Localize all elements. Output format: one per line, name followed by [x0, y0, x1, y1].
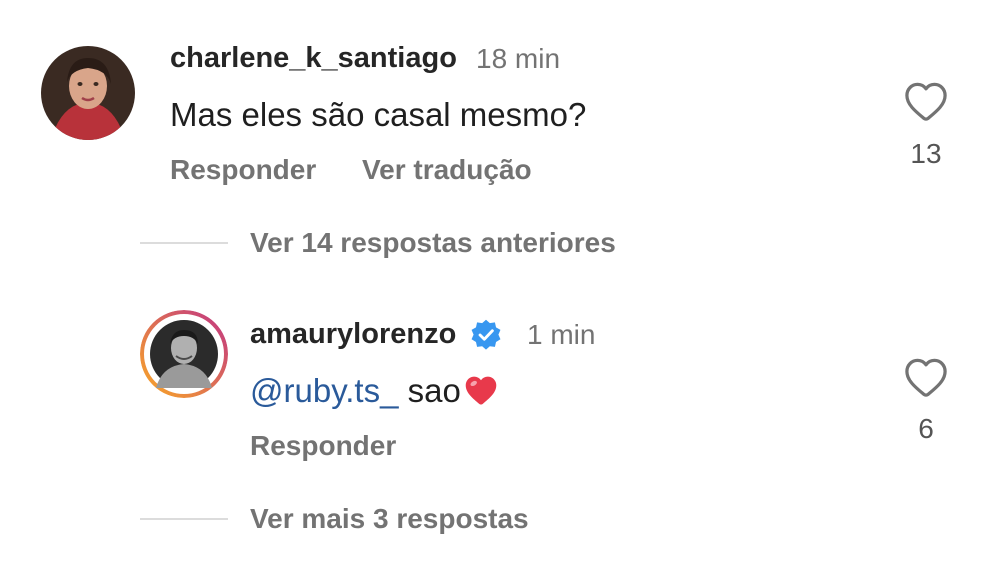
comment-text: Mas eles são casal mesmo? — [170, 96, 587, 133]
thread-divider — [140, 242, 228, 244]
red-heart-emoji-icon — [463, 374, 499, 414]
heart-icon[interactable] — [903, 356, 949, 398]
thread-divider — [140, 518, 228, 520]
comment-timestamp: 18 min — [476, 43, 561, 74]
view-previous-replies-button[interactable]: Ver 14 respostas anteriores — [250, 227, 616, 259]
view-more-replies-button[interactable]: Ver mais 3 respostas — [250, 503, 529, 535]
verified-badge-icon — [469, 318, 503, 352]
translate-button[interactable]: Ver tradução — [362, 154, 532, 186]
comment-username[interactable]: charlene_k_santiago — [170, 42, 457, 75]
avatar[interactable] — [41, 46, 135, 140]
comment-text-body: sao — [407, 372, 461, 409]
reply-button[interactable]: Responder — [170, 154, 316, 186]
like-count: 13 — [910, 138, 942, 169]
comment-username[interactable]: amaurylorenzo — [250, 318, 456, 351]
like-count: 6 — [918, 413, 934, 444]
heart-icon[interactable] — [903, 80, 949, 122]
comment-text: @ruby.ts_ sao — [250, 372, 499, 414]
reply-button[interactable]: Responder — [250, 430, 396, 462]
mention-link[interactable]: @ruby.ts_ — [250, 372, 398, 409]
avatar[interactable] — [140, 310, 228, 398]
comment-timestamp: 1 min — [527, 319, 596, 350]
